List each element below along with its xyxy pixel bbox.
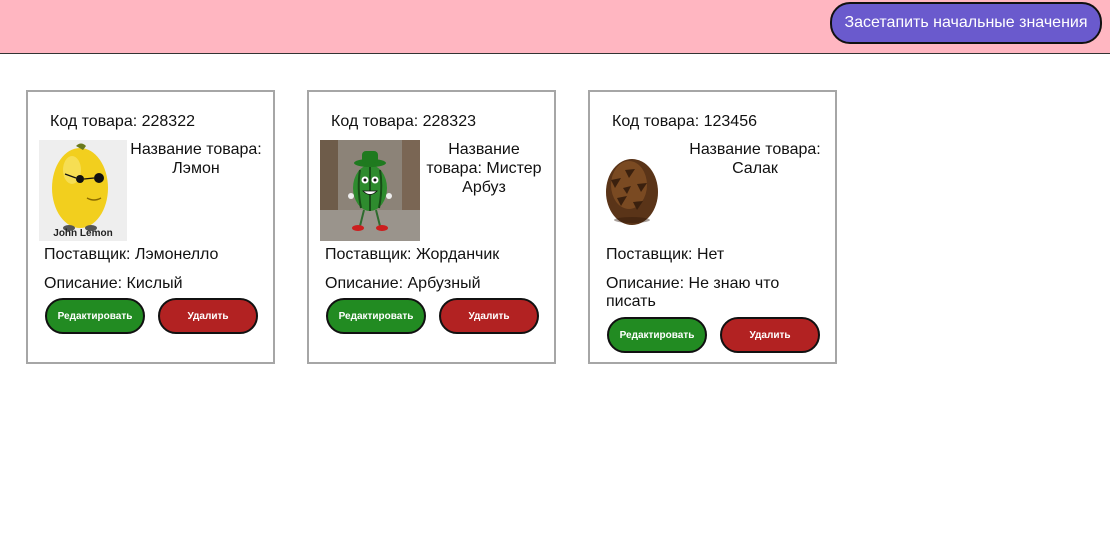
product-supplier: Поставщик: Жорданчик: [325, 246, 500, 263]
product-card: Код товара: 123456 Название товара: Сала…: [588, 90, 837, 364]
product-description: Описание: Не знаю что писать: [606, 275, 780, 310]
top-bar: Засетапить начальные значения: [0, 0, 1110, 54]
product-card: Код товара: 228323 Название товара: Мист…: [307, 90, 556, 364]
lemon-product-image: John Lemon: [39, 140, 127, 241]
product-code: Код товара: 123456: [612, 113, 757, 130]
delete-button[interactable]: Удалить: [439, 298, 539, 334]
watermelon-product-image: [320, 140, 420, 241]
product-code: Код товара: 228323: [331, 113, 476, 130]
delete-button[interactable]: Удалить: [720, 317, 820, 353]
product-name: Название товара: Лэмон: [130, 141, 262, 177]
delete-button[interactable]: Удалить: [158, 298, 258, 334]
product-name: Название товара: Салак: [689, 141, 821, 177]
product-supplier: Поставщик: Нет: [606, 246, 725, 263]
image-caption: John Lemon: [53, 228, 112, 239]
product-code: Код товара: 228322: [50, 113, 195, 130]
edit-button[interactable]: Редактировать: [45, 298, 145, 334]
product-description: Описание: Арбузный: [325, 275, 481, 292]
product-card: Код товара: 228322 John Lemon Название т…: [26, 90, 275, 364]
seed-initial-values-button[interactable]: Засетапить начальные значения: [830, 2, 1102, 44]
edit-button[interactable]: Редактировать: [607, 317, 707, 353]
product-supplier: Поставщик: Лэмонелло: [44, 246, 219, 263]
product-description: Описание: Кислый: [44, 275, 183, 292]
edit-button[interactable]: Редактировать: [326, 298, 426, 334]
product-name: Название товара: Мистер Арбуз: [426, 141, 542, 196]
